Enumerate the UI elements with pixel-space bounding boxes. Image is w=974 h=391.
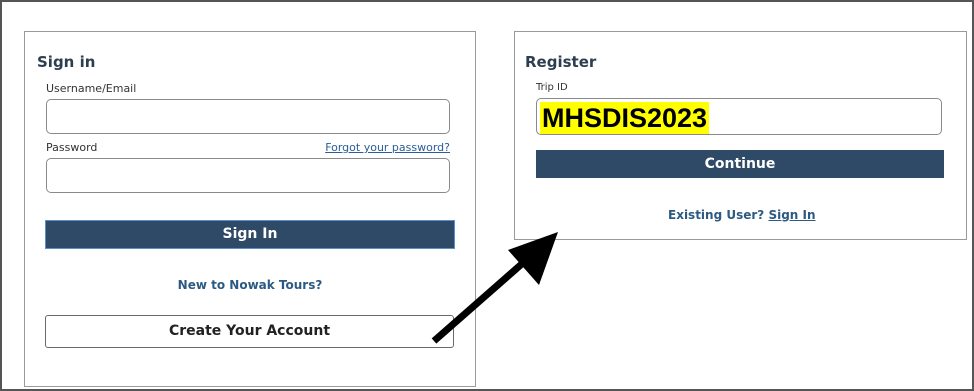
arrow-icon	[431, 232, 558, 344]
screenshot-frame: Sign in Username/Email Password Forgot y…	[0, 0, 974, 391]
